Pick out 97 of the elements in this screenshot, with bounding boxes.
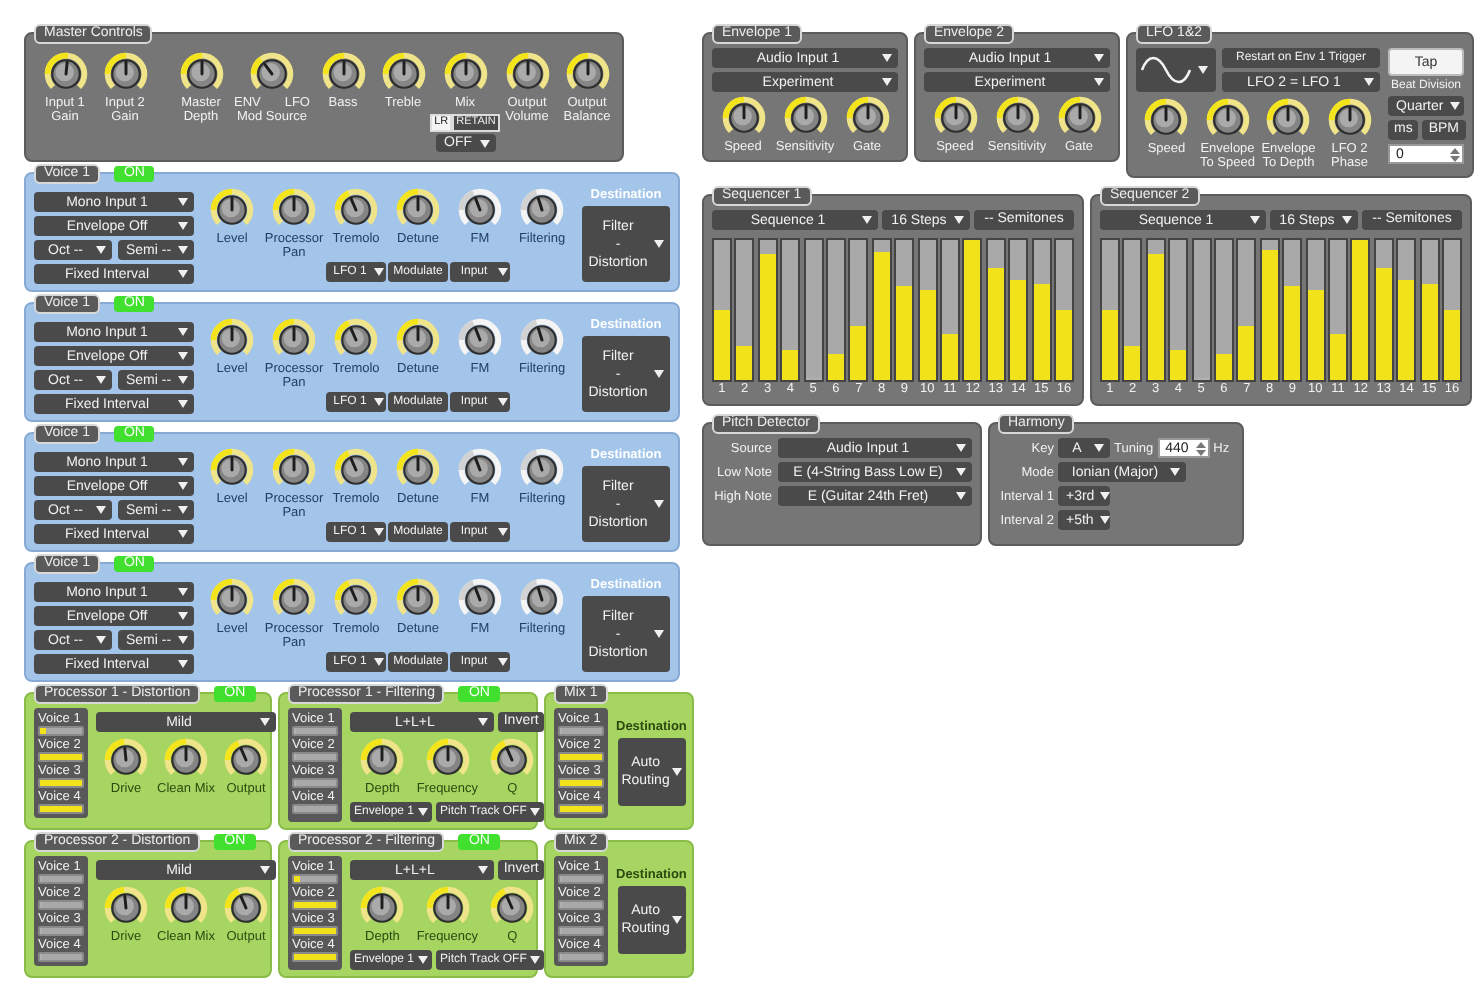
step-slider[interactable] — [734, 238, 755, 382]
caret-icon — [477, 718, 488, 726]
caret-icon — [954, 216, 964, 224]
caret-icon — [498, 658, 508, 666]
caret-icon — [95, 376, 105, 384]
caret-icon — [1094, 444, 1104, 452]
caret-icon — [654, 500, 664, 508]
caret-icon — [862, 216, 872, 224]
caret-icon — [178, 198, 188, 206]
caret-icon — [178, 222, 188, 230]
caret-icon — [654, 370, 664, 378]
caret-icon — [530, 808, 541, 816]
step-slider[interactable] — [1373, 238, 1394, 382]
caret-icon — [95, 506, 105, 514]
caret-icon — [956, 468, 966, 476]
caret-icon — [178, 506, 188, 514]
caret-icon — [1198, 66, 1208, 74]
caret-icon — [178, 458, 188, 466]
caret-icon — [498, 268, 508, 276]
caret-icon — [178, 400, 188, 408]
caret-icon — [95, 246, 105, 254]
step-slider[interactable] — [780, 238, 801, 382]
caret-icon — [1250, 216, 1260, 224]
caret-icon — [1099, 516, 1110, 524]
caret-icon — [178, 530, 188, 538]
step-slider[interactable] — [1191, 238, 1212, 382]
step-slider[interactable] — [1214, 238, 1234, 382]
routing-slot[interactable] — [38, 726, 84, 736]
caret-icon — [178, 376, 188, 384]
caret-icon — [260, 718, 270, 726]
caret-icon — [178, 612, 188, 620]
caret-icon — [530, 956, 541, 964]
step-slider[interactable] — [985, 238, 1006, 382]
caret-icon — [178, 270, 188, 278]
caret-icon — [956, 492, 966, 500]
caret-icon — [1364, 78, 1374, 86]
caret-icon — [418, 956, 429, 964]
step-slider[interactable] — [1054, 238, 1074, 382]
caret-icon — [418, 808, 429, 816]
step-slider[interactable] — [1419, 238, 1440, 382]
caret-icon — [498, 528, 508, 536]
caret-icon — [178, 246, 188, 254]
step-slider[interactable] — [1442, 238, 1462, 382]
caret-icon — [95, 636, 105, 644]
step-slider[interactable] — [1282, 238, 1303, 382]
sine-wave-icon — [1140, 56, 1192, 84]
caret-icon — [178, 482, 188, 490]
caret-icon — [374, 658, 384, 666]
spinner-arrows-icon[interactable] — [1195, 439, 1206, 457]
caret-icon — [654, 630, 664, 638]
caret-icon — [654, 240, 664, 248]
caret-icon — [178, 660, 188, 668]
step-slider[interactable] — [1259, 238, 1280, 382]
caret-icon — [882, 78, 892, 86]
caret-icon — [671, 916, 682, 924]
step-slider[interactable] — [1122, 238, 1143, 382]
caret-icon — [374, 528, 384, 536]
caret-icon — [477, 866, 488, 874]
caret-icon — [1094, 54, 1104, 62]
routing-slot[interactable] — [292, 874, 338, 884]
caret-icon — [374, 268, 384, 276]
caret-icon — [1170, 468, 1180, 476]
caret-icon — [1342, 216, 1352, 224]
step-slider[interactable] — [1305, 238, 1326, 382]
caret-icon — [882, 54, 892, 62]
step-slider[interactable] — [803, 238, 824, 382]
caret-icon — [178, 352, 188, 360]
caret-icon — [178, 636, 188, 644]
step-slider[interactable] — [1236, 238, 1257, 382]
step-slider[interactable] — [826, 238, 846, 382]
step-slider[interactable] — [1031, 238, 1052, 382]
step-slider[interactable] — [871, 238, 892, 382]
step-slider[interactable] — [757, 238, 778, 382]
step-slider[interactable] — [1008, 238, 1029, 382]
caret-icon — [374, 398, 384, 406]
step-slider[interactable] — [1100, 238, 1120, 382]
step-slider[interactable] — [940, 238, 960, 382]
step-slider[interactable] — [1145, 238, 1166, 382]
caret-icon — [178, 588, 188, 596]
caret-icon — [498, 398, 508, 406]
step-slider[interactable] — [917, 238, 938, 382]
caret-icon — [956, 444, 966, 452]
caret-icon — [1449, 102, 1460, 110]
caret-icon — [178, 328, 188, 336]
spinner-arrows-icon[interactable] — [1450, 145, 1460, 163]
caret-icon — [479, 139, 489, 147]
step-slider[interactable] — [1328, 238, 1348, 382]
caret-icon — [260, 866, 270, 874]
step-slider[interactable] — [1396, 238, 1417, 382]
step-slider[interactable] — [712, 238, 732, 382]
step-slider[interactable] — [848, 238, 869, 382]
step-slider[interactable] — [1168, 238, 1189, 382]
caret-icon — [671, 768, 682, 776]
caret-icon — [1094, 78, 1104, 86]
waveform-dropdown[interactable] — [1136, 48, 1216, 92]
caret-icon — [1100, 492, 1111, 500]
step-slider[interactable] — [894, 238, 915, 382]
